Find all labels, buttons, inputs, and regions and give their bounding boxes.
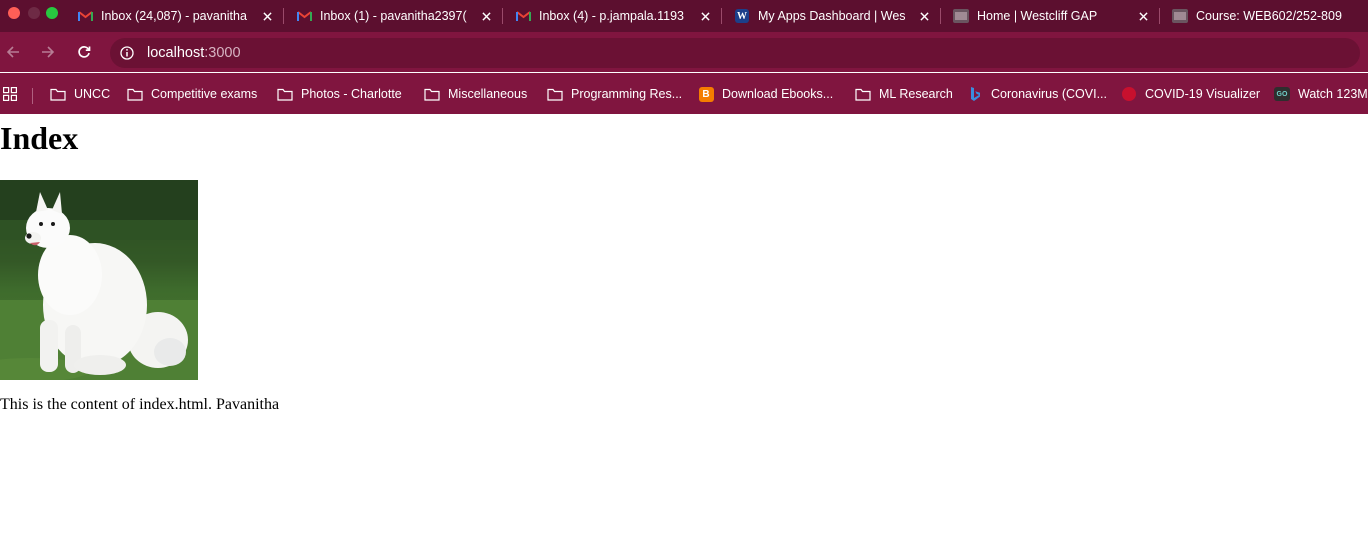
go-icon-letters: GO bbox=[1274, 87, 1290, 101]
gmail-icon bbox=[515, 8, 531, 24]
bookmark-label: Miscellaneous bbox=[448, 87, 528, 101]
apps-grid-icon[interactable] bbox=[3, 87, 17, 101]
bookmark-competitive-exams[interactable]: Competitive exams bbox=[127, 85, 257, 103]
tab-title: Inbox (24,087) - pavanitha bbox=[101, 9, 247, 23]
gmail-icon bbox=[77, 8, 93, 24]
tab-gmail-1[interactable]: Inbox (24,087) - pavanitha bbox=[77, 0, 275, 32]
bookmark-label: Programming Res... bbox=[571, 87, 683, 101]
westcliff-icon-letter: W bbox=[735, 9, 749, 23]
url-host: localhost bbox=[147, 45, 205, 61]
tab-title: My Apps Dashboard | Wes bbox=[758, 9, 906, 23]
tab-title: Inbox (4) - p.jampala.1193 bbox=[539, 9, 684, 23]
white-dog-illustration bbox=[0, 180, 198, 380]
folder-icon bbox=[277, 86, 293, 102]
tab-course-web602[interactable]: Course: WEB602/252-809 bbox=[1172, 0, 1368, 32]
folder-icon bbox=[127, 86, 143, 102]
bookmark-label: COVID-19 Visualizer bbox=[1145, 87, 1261, 101]
url-port: :3000 bbox=[204, 45, 241, 61]
tab-title: Course: WEB602/252-809 bbox=[1196, 9, 1342, 23]
tab-gmail-3[interactable]: Inbox (4) - p.jampala.1193 bbox=[515, 0, 713, 32]
bookmark-watch-123m[interactable]: GO Watch 123M bbox=[1274, 85, 1368, 103]
bookmark-ml-research[interactable]: ML Research bbox=[855, 85, 953, 103]
bookmark-uncc[interactable]: UNCC bbox=[50, 85, 110, 103]
site-info-icon[interactable] bbox=[120, 46, 134, 60]
tab-gmail-2[interactable]: Inbox (1) - pavanitha2397( bbox=[296, 0, 494, 32]
reload-icon[interactable] bbox=[76, 44, 92, 60]
bookmarks-bar: UNCC Competitive exams Photos - Charlott… bbox=[0, 73, 1368, 114]
minimize-window-button[interactable] bbox=[28, 7, 40, 19]
tab-separator bbox=[1159, 8, 1160, 24]
bookmark-miscellaneous[interactable]: Miscellaneous bbox=[424, 85, 527, 103]
bookmark-covid-visualizer[interactable]: COVID-19 Visualizer bbox=[1121, 85, 1260, 103]
bookmark-label: UNCC bbox=[74, 87, 111, 101]
folder-icon bbox=[547, 86, 563, 102]
bookmark-label: Coronavirus (COVI... bbox=[991, 87, 1108, 101]
address-bar[interactable]: localhost:3000 bbox=[110, 38, 1360, 68]
bookmark-label: Watch 123M bbox=[1298, 87, 1368, 101]
bookmark-label: Competitive exams bbox=[151, 87, 258, 101]
bookmark-label: Photos - Charlotte bbox=[301, 87, 402, 101]
close-window-button[interactable] bbox=[8, 7, 20, 19]
browser-toolbar: localhost:3000 bbox=[0, 32, 1368, 72]
bing-icon bbox=[967, 86, 983, 102]
page-content-text: This is the content of index.html. Pavan… bbox=[0, 396, 280, 413]
tab-separator bbox=[721, 8, 722, 24]
gmail-icon bbox=[296, 8, 312, 24]
page-thumbnail-icon bbox=[953, 8, 969, 24]
bookmark-label: Download Ebooks... bbox=[722, 87, 834, 101]
close-tab-icon[interactable] bbox=[259, 8, 275, 24]
page-thumbnail-icon bbox=[1172, 8, 1188, 24]
folder-icon bbox=[424, 86, 440, 102]
bookmarks-divider bbox=[32, 88, 33, 104]
tab-my-apps-dashboard[interactable]: W My Apps Dashboard | Wes bbox=[734, 0, 932, 32]
close-tab-icon[interactable] bbox=[697, 8, 713, 24]
tab-westcliff-gap[interactable]: Home | Westcliff GAP bbox=[953, 0, 1151, 32]
address-url: localhost:3000 bbox=[147, 45, 241, 61]
virus-icon bbox=[1121, 86, 1137, 102]
bookmark-coronavirus[interactable]: Coronavirus (COVI... bbox=[967, 85, 1107, 103]
blogger-icon-letter: B bbox=[698, 86, 714, 102]
tab-title: Home | Westcliff GAP bbox=[977, 9, 1098, 23]
bookmark-photos-charlotte[interactable]: Photos - Charlotte bbox=[277, 85, 402, 103]
blogger-icon: B bbox=[698, 86, 714, 102]
westcliff-icon: W bbox=[734, 8, 750, 24]
tab-title: Inbox (1) - pavanitha2397( bbox=[320, 9, 467, 23]
back-arrow-icon[interactable] bbox=[5, 44, 21, 60]
dog-image bbox=[0, 180, 198, 380]
tab-separator bbox=[502, 8, 503, 24]
close-tab-icon[interactable] bbox=[1135, 8, 1151, 24]
tab-strip: Inbox (24,087) - pavanitha Inbox (1) - p… bbox=[0, 0, 1368, 32]
bookmark-label: ML Research bbox=[879, 87, 953, 101]
folder-icon bbox=[855, 86, 871, 102]
forward-arrow-icon[interactable] bbox=[40, 44, 56, 60]
close-tab-icon[interactable] bbox=[478, 8, 494, 24]
go-icon: GO bbox=[1274, 86, 1290, 102]
bookmark-download-ebooks[interactable]: B Download Ebooks... bbox=[698, 85, 833, 103]
tab-separator bbox=[283, 8, 284, 24]
folder-icon bbox=[50, 86, 66, 102]
page-title: Index bbox=[0, 120, 79, 156]
bookmark-programming-res[interactable]: Programming Res... bbox=[547, 85, 682, 103]
tab-separator bbox=[940, 8, 941, 24]
maximize-window-button[interactable] bbox=[46, 7, 58, 19]
close-tab-icon[interactable] bbox=[916, 8, 932, 24]
